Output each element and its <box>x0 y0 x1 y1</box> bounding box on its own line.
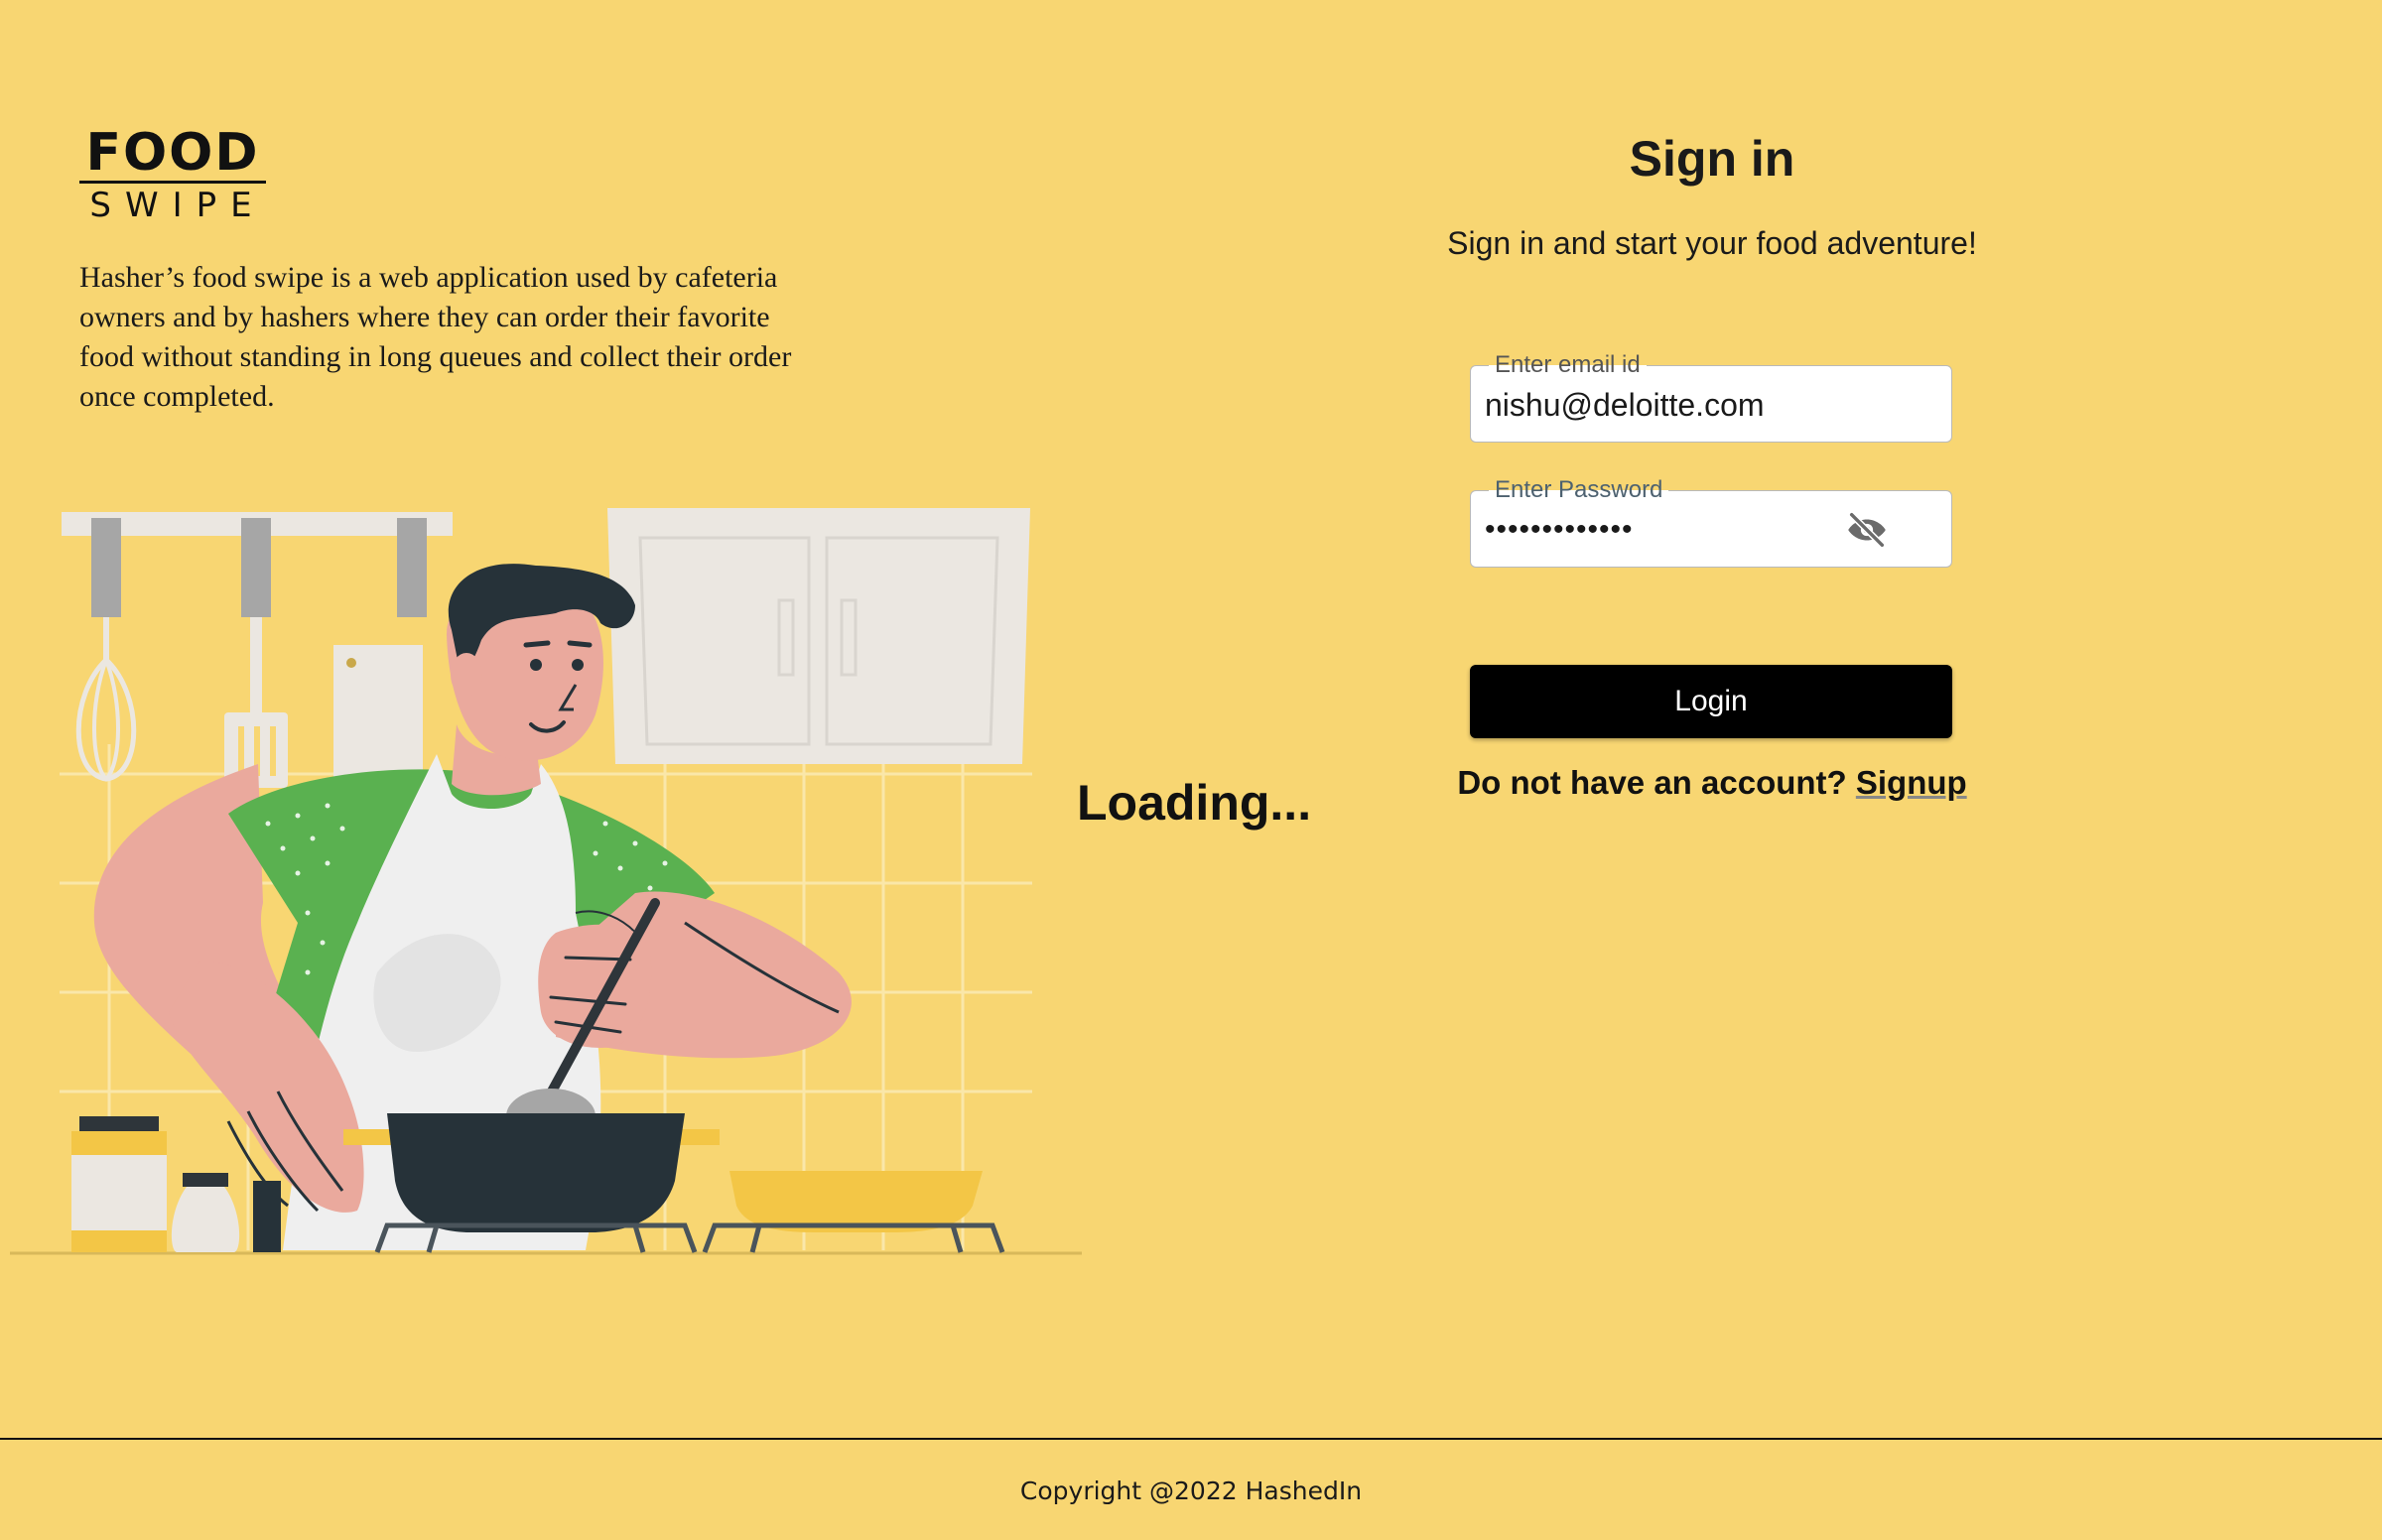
account-prompt-text: Do not have an account? <box>1457 764 1847 801</box>
app-description: Hasher’s food swipe is a web application… <box>79 261 792 413</box>
signin-header: Sign in Sign in and start your food adve… <box>1409 119 2015 268</box>
email-input[interactable] <box>1485 380 1882 430</box>
signup-link[interactable]: Signup <box>1856 764 1967 801</box>
signin-subtitle: Sign in and start your food adventure! <box>1447 225 1977 261</box>
logo-food-text: FOOD <box>85 123 260 183</box>
login-button[interactable]: Login <box>1470 665 1952 738</box>
password-input[interactable] <box>1485 505 1882 555</box>
chef-cooking-illustration <box>10 508 1082 1255</box>
logo-swipe-text: SWIPE <box>89 186 266 225</box>
copyright-text: Copyright @2022 HashedIn <box>1019 1476 1363 1505</box>
login-page: FOOD SWIPE Hasher’s food swipe is a web … <box>0 0 2382 1540</box>
footer: Copyright @2022 HashedIn <box>0 1438 2382 1540</box>
food-swipe-logo: FOOD SWIPE <box>79 127 266 223</box>
password-field[interactable]: Enter Password <box>1470 477 1952 568</box>
eye-off-icon[interactable] <box>1844 507 1890 553</box>
signup-prompt: Do not have an account? Signup <box>1409 764 2015 802</box>
signin-title: Sign in <box>1629 131 1795 187</box>
loading-indicator: Loading... <box>1077 775 1312 831</box>
email-field-label: Enter email id <box>1489 352 1647 378</box>
password-field-label: Enter Password <box>1489 477 1669 503</box>
email-field[interactable]: Enter email id <box>1470 352 1952 443</box>
